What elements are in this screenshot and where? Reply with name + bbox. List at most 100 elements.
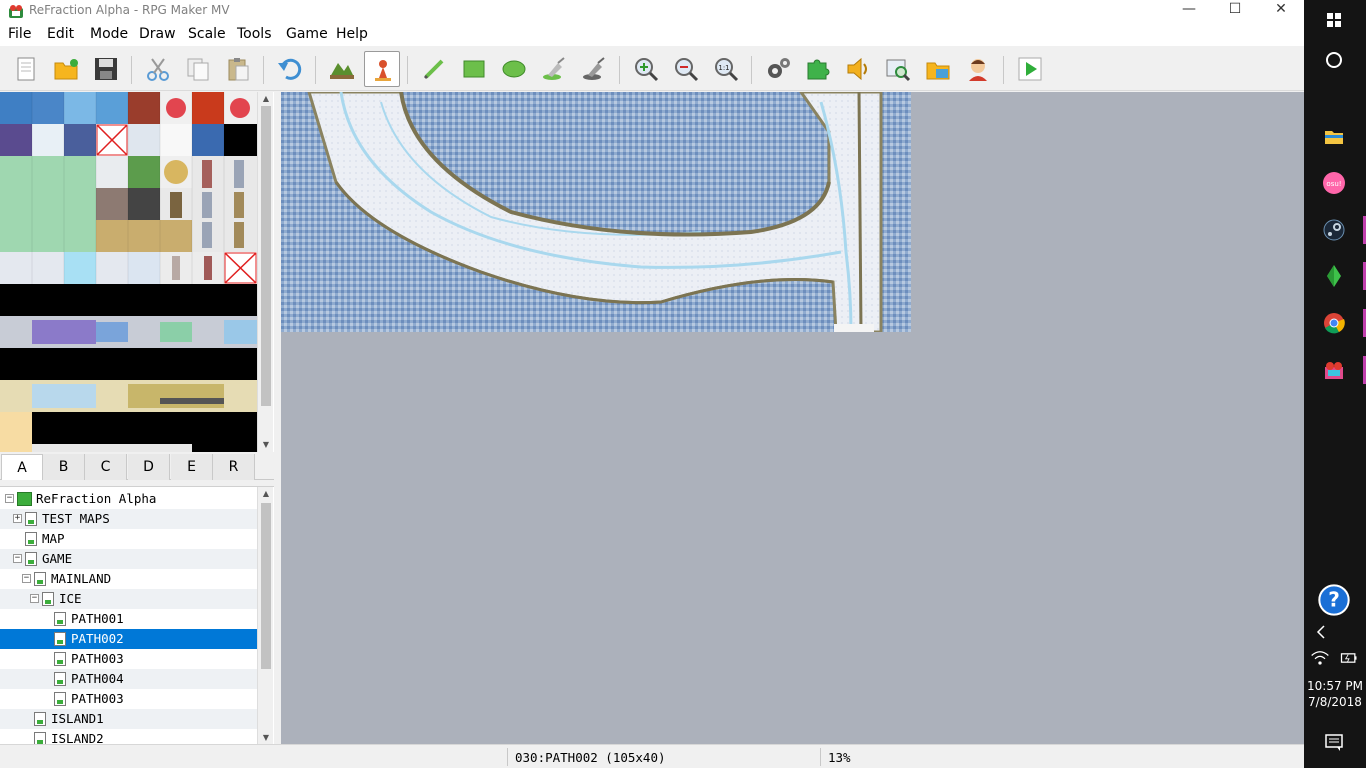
map-tree-scroll-thumb[interactable] [261, 503, 271, 669]
map-tree-node[interactable]: − MAINLAND [0, 569, 257, 589]
map-tree-node[interactable]: MAP [0, 529, 257, 549]
event-mode-button[interactable] [364, 51, 400, 87]
scroll-up-arrow-icon[interactable]: ▲ [258, 92, 274, 106]
toolbar: 1:1 [0, 46, 1304, 91]
scroll-down-arrow-icon[interactable]: ▼ [258, 731, 274, 744]
expand-icon[interactable]: + [13, 514, 22, 523]
zoom-out-icon [675, 58, 699, 82]
resource-manager-button[interactable] [920, 51, 956, 87]
maximize-button[interactable]: ☐ [1212, 0, 1258, 22]
menu-draw[interactable]: Draw [139, 26, 176, 42]
map-tree-node[interactable]: PATH002 [0, 629, 257, 649]
menu-edit[interactable]: Edit [47, 26, 74, 42]
map-tree-node[interactable]: − ReFraction Alpha [0, 489, 257, 509]
new-project-button[interactable] [8, 51, 44, 87]
zoom-in-button[interactable] [628, 51, 664, 87]
battery-charging-icon [1340, 653, 1357, 663]
tileset-palette-canvas[interactable] [0, 92, 257, 452]
undo-button[interactable] [272, 51, 308, 87]
menu-game[interactable]: Game [286, 26, 328, 42]
battery-button[interactable] [1335, 640, 1366, 670]
sims-plumbob-icon [1327, 265, 1341, 287]
scroll-down-arrow-icon[interactable]: ▼ [258, 438, 274, 452]
cut-button[interactable] [140, 51, 176, 87]
map-tree-scrollbar[interactable]: ▲ ▼ [257, 487, 273, 744]
palette-scrollbar[interactable]: ▲ ▼ [257, 92, 273, 452]
taskbar-sims[interactable] [1304, 256, 1366, 296]
plugin-manager-button[interactable] [800, 51, 836, 87]
status-bar: 030:PATH002 (105x40) 13% [0, 744, 1304, 768]
toolbar-separator [407, 56, 408, 84]
collapse-icon[interactable]: − [30, 594, 39, 603]
map-tree-node[interactable]: PATH003 [0, 649, 257, 669]
taskbar-chrome[interactable] [1304, 303, 1366, 343]
map-editor-canvas-area[interactable] [281, 92, 1304, 744]
taskbar-file-explorer[interactable] [1304, 116, 1366, 156]
map-preview[interactable] [281, 92, 911, 332]
database-button[interactable] [760, 51, 796, 87]
map-mode-button[interactable] [324, 51, 360, 87]
open-project-button[interactable] [48, 51, 84, 87]
windows-taskbar: osu! ? 10:57 PM 7/8/2018 [1304, 0, 1366, 768]
map-tree-label: ICE [59, 591, 82, 606]
save-project-button[interactable] [88, 51, 124, 87]
map-tree-node[interactable]: PATH001 [0, 609, 257, 629]
collapse-icon[interactable]: − [5, 494, 14, 503]
project-icon [17, 492, 32, 506]
minimize-button[interactable]: — [1166, 0, 1212, 22]
menu-mode[interactable]: Mode [90, 26, 128, 42]
playtest-button[interactable] [1012, 51, 1048, 87]
collapse-icon[interactable]: − [13, 554, 22, 563]
event-searcher-button[interactable] [880, 51, 916, 87]
scroll-up-arrow-icon[interactable]: ▲ [258, 487, 274, 501]
map-terrain-icon [330, 63, 354, 79]
paste-button[interactable] [220, 51, 256, 87]
action-center-button[interactable] [1304, 722, 1366, 762]
tileset-palette: ▲ ▼ [0, 92, 274, 452]
map-icon [54, 672, 66, 686]
shadow-pen-button[interactable] [576, 51, 612, 87]
palette-scroll-thumb[interactable] [261, 106, 271, 406]
taskbar-steam[interactable] [1304, 210, 1366, 250]
taskbar-clock[interactable]: 10:57 PM 7/8/2018 [1304, 678, 1366, 710]
tab-e[interactable]: E [171, 454, 213, 480]
start-button[interactable] [1304, 0, 1366, 40]
tab-r[interactable]: R [213, 454, 255, 480]
map-tree-node[interactable]: ISLAND2 [0, 729, 257, 744]
copy-button[interactable] [180, 51, 216, 87]
menu-help[interactable]: Help [336, 26, 368, 42]
map-tree-node[interactable]: + TEST MAPS [0, 509, 257, 529]
taskbar-osu[interactable]: osu! [1304, 163, 1366, 203]
flood-fill-button[interactable] [536, 51, 572, 87]
scissors-icon [147, 58, 169, 81]
window-title: ReFraction Alpha - RPG Maker MV [29, 3, 230, 17]
zoom-out-button[interactable] [668, 51, 704, 87]
collapse-icon[interactable]: − [22, 574, 31, 583]
map-icon [54, 612, 66, 626]
map-icon [34, 732, 46, 744]
character-generator-button[interactable] [960, 51, 996, 87]
menu-tools[interactable]: Tools [237, 26, 272, 42]
toolbar-separator [751, 56, 752, 84]
map-tree-node[interactable]: − GAME [0, 549, 257, 569]
menu-scale[interactable]: Scale [188, 26, 226, 42]
network-button[interactable] [1304, 640, 1335, 670]
map-tree-node[interactable]: ISLAND1 [0, 709, 257, 729]
close-button[interactable]: ✕ [1258, 0, 1304, 22]
cortana-button[interactable] [1304, 40, 1366, 80]
actual-size-button[interactable]: 1:1 [708, 51, 744, 87]
tab-d[interactable]: D [128, 454, 170, 480]
map-tree-node[interactable]: − ICE [0, 589, 257, 609]
map-tree-label: TEST MAPS [42, 511, 110, 526]
tab-c[interactable]: C [85, 454, 127, 480]
sound-test-button[interactable] [840, 51, 876, 87]
tab-a[interactable]: A [1, 454, 43, 480]
ellipse-button[interactable] [496, 51, 532, 87]
map-tree-node[interactable]: PATH004 [0, 669, 257, 689]
taskbar-rpg-maker[interactable] [1304, 350, 1366, 390]
map-tree-node[interactable]: PATH003 [0, 689, 257, 709]
rectangle-button[interactable] [456, 51, 492, 87]
pencil-button[interactable] [416, 51, 452, 87]
tab-b[interactable]: B [43, 454, 85, 480]
menu-file[interactable]: File [8, 26, 31, 42]
